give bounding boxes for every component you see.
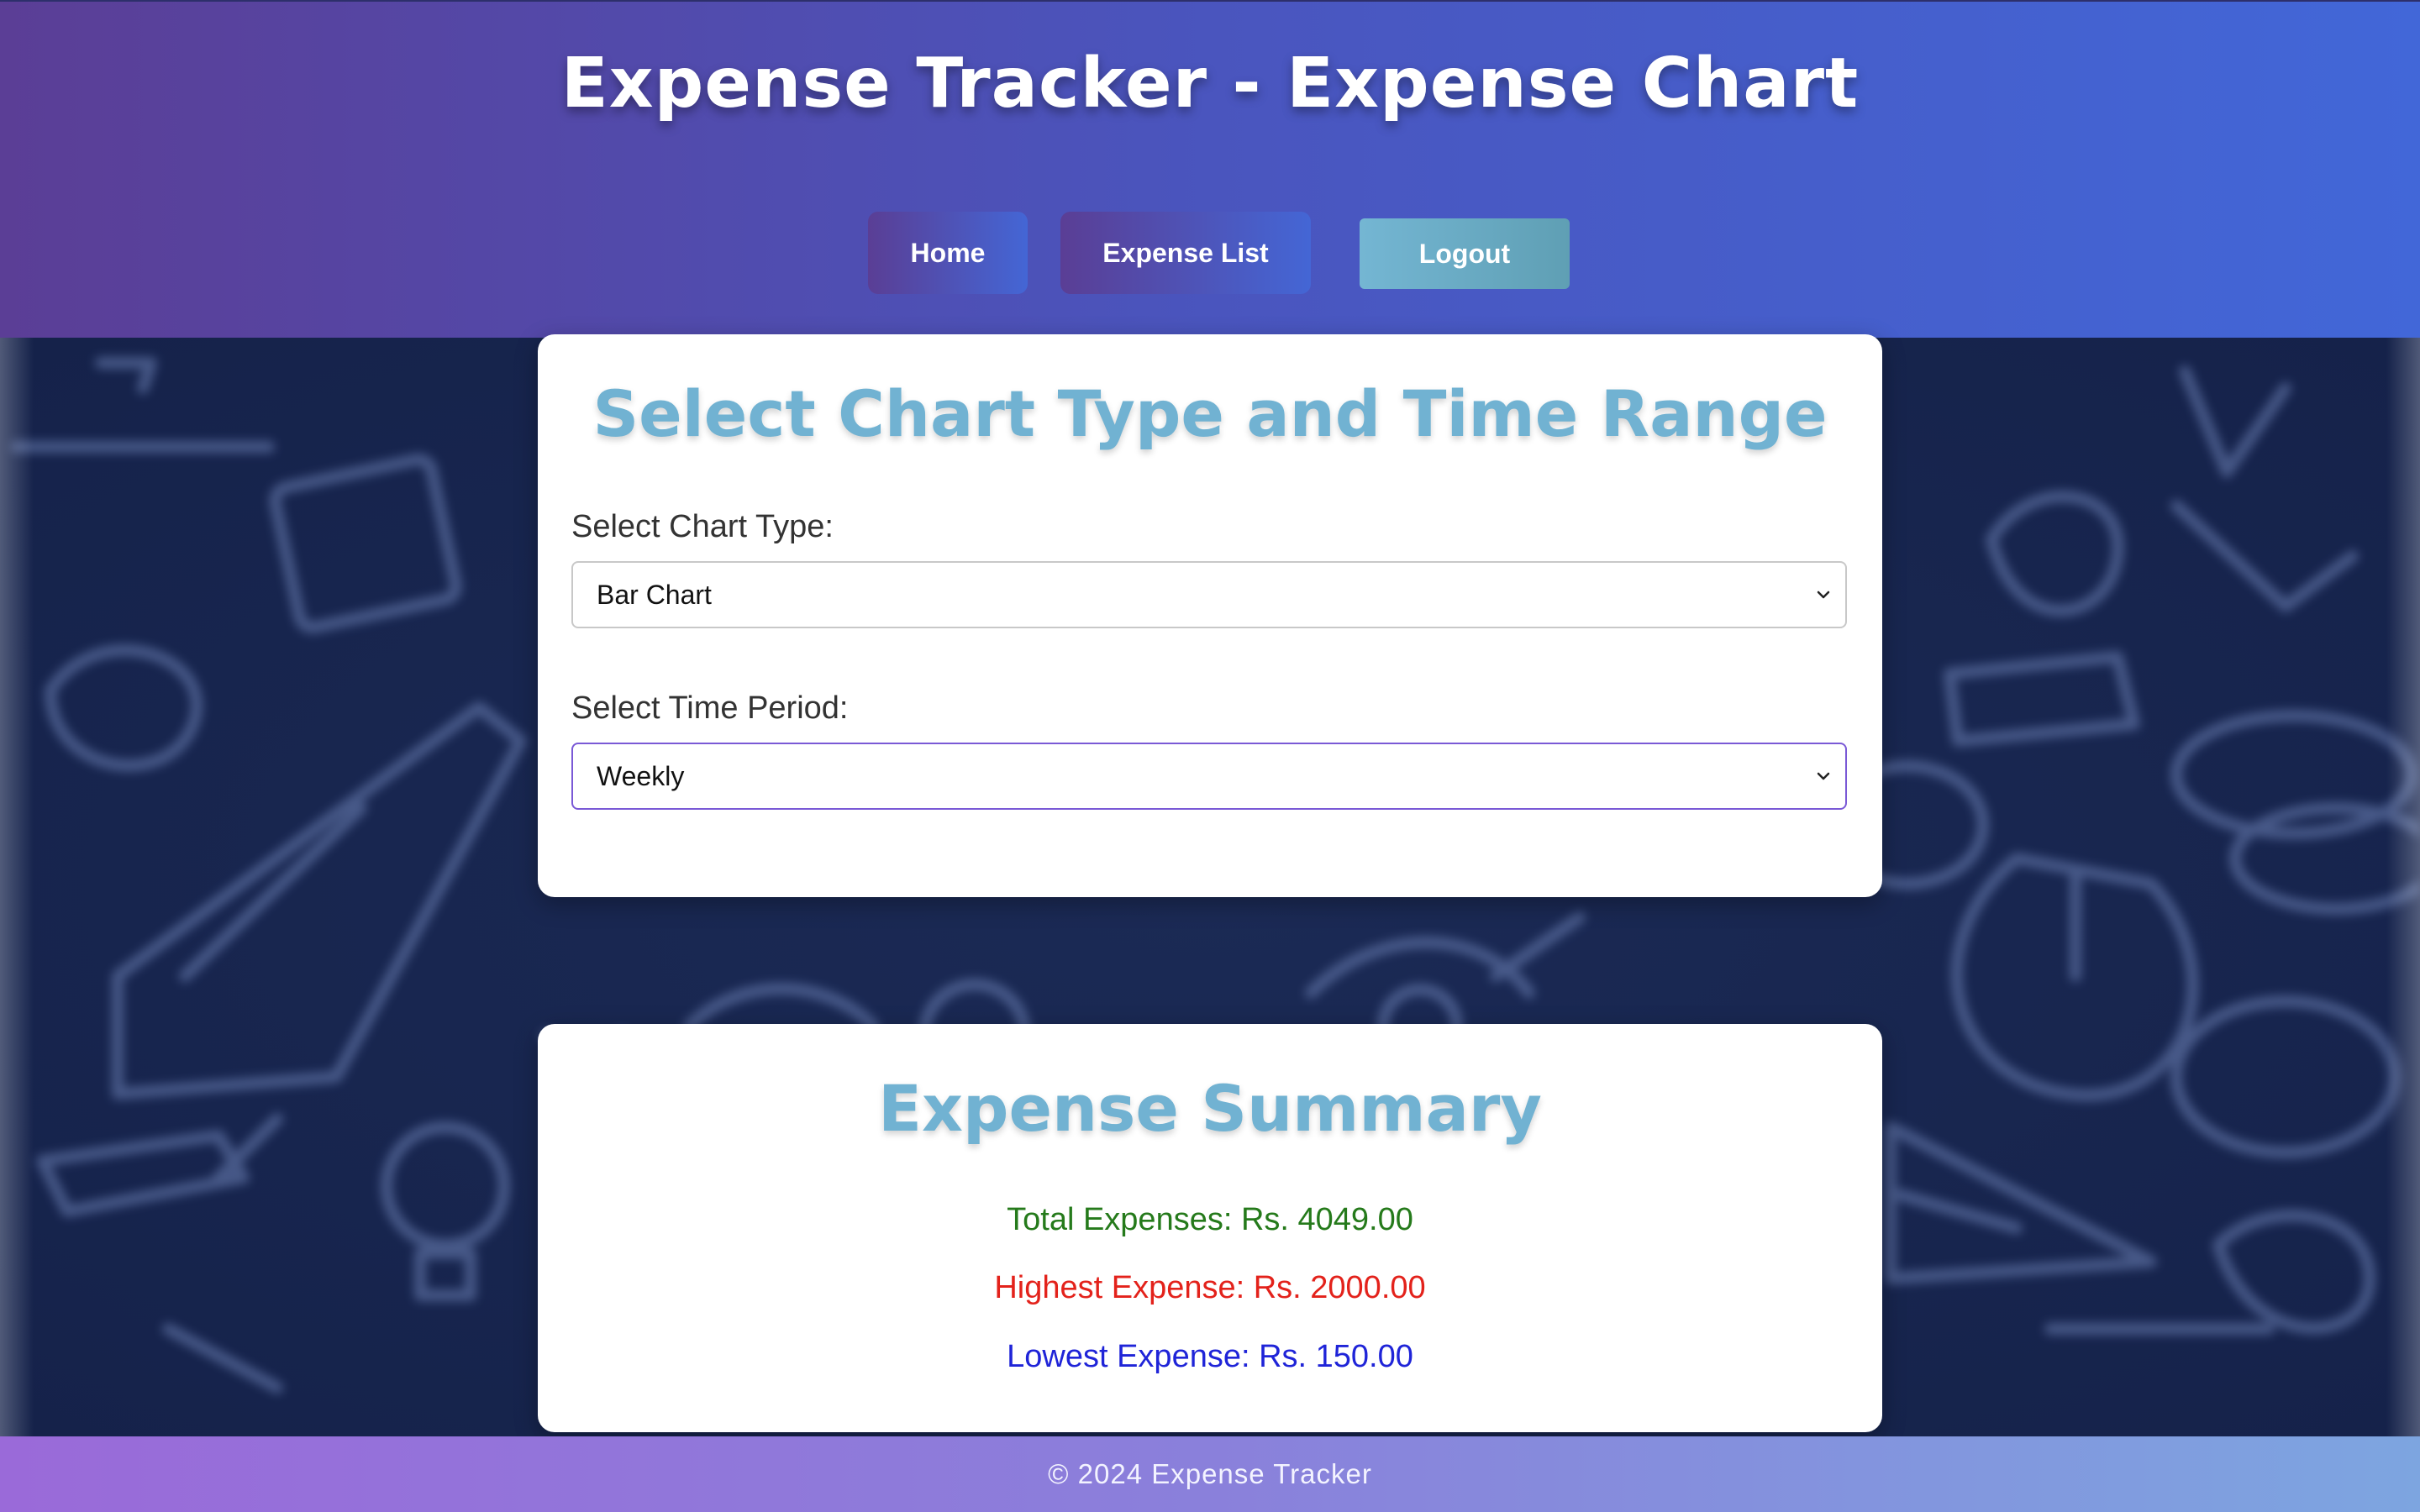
logout-button[interactable]: Logout bbox=[1360, 218, 1570, 289]
page-footer: © 2024 Expense Tracker bbox=[0, 1436, 2420, 1512]
time-period-selected-value: Weekly bbox=[597, 760, 685, 791]
background-edge-right bbox=[2386, 338, 2420, 1436]
expense-summary-card: Expense Summary Total Expenses: Rs. 4049… bbox=[538, 1024, 1882, 1432]
chevron-down-icon bbox=[1817, 591, 1830, 599]
highest-expense-text: Highest Expense: Rs. 2000.00 bbox=[994, 1270, 1426, 1305]
chart-type-select[interactable]: Bar Chart bbox=[571, 561, 1847, 628]
time-period-select[interactable]: Weekly bbox=[571, 743, 1847, 810]
nav-home-button[interactable]: Home bbox=[868, 212, 1028, 294]
total-expenses-text: Total Expenses: Rs. 4049.00 bbox=[1007, 1202, 1413, 1237]
page-header: Expense Tracker - Expense Chart Home Exp… bbox=[0, 0, 2420, 339]
nav-expense-list-button[interactable]: Expense List bbox=[1060, 212, 1311, 294]
background-edge-left bbox=[0, 338, 34, 1436]
chevron-down-icon bbox=[1817, 772, 1830, 780]
chart-type-selected-value: Bar Chart bbox=[597, 579, 712, 610]
time-period-label: Select Time Period: bbox=[571, 690, 849, 726]
chart-selector-card: Select Chart Type and Time Range Select … bbox=[538, 334, 1882, 897]
lowest-expense-text: Lowest Expense: Rs. 150.00 bbox=[1007, 1339, 1413, 1374]
main-nav: Home Expense List Logout bbox=[0, 2, 2420, 339]
footer-copyright: © 2024 Expense Tracker bbox=[1048, 1458, 1372, 1489]
chart-type-label: Select Chart Type: bbox=[571, 509, 834, 544]
expense-summary-title: Expense Summary bbox=[878, 1071, 1542, 1146]
chart-selector-title: Select Chart Type and Time Range bbox=[592, 376, 1828, 451]
